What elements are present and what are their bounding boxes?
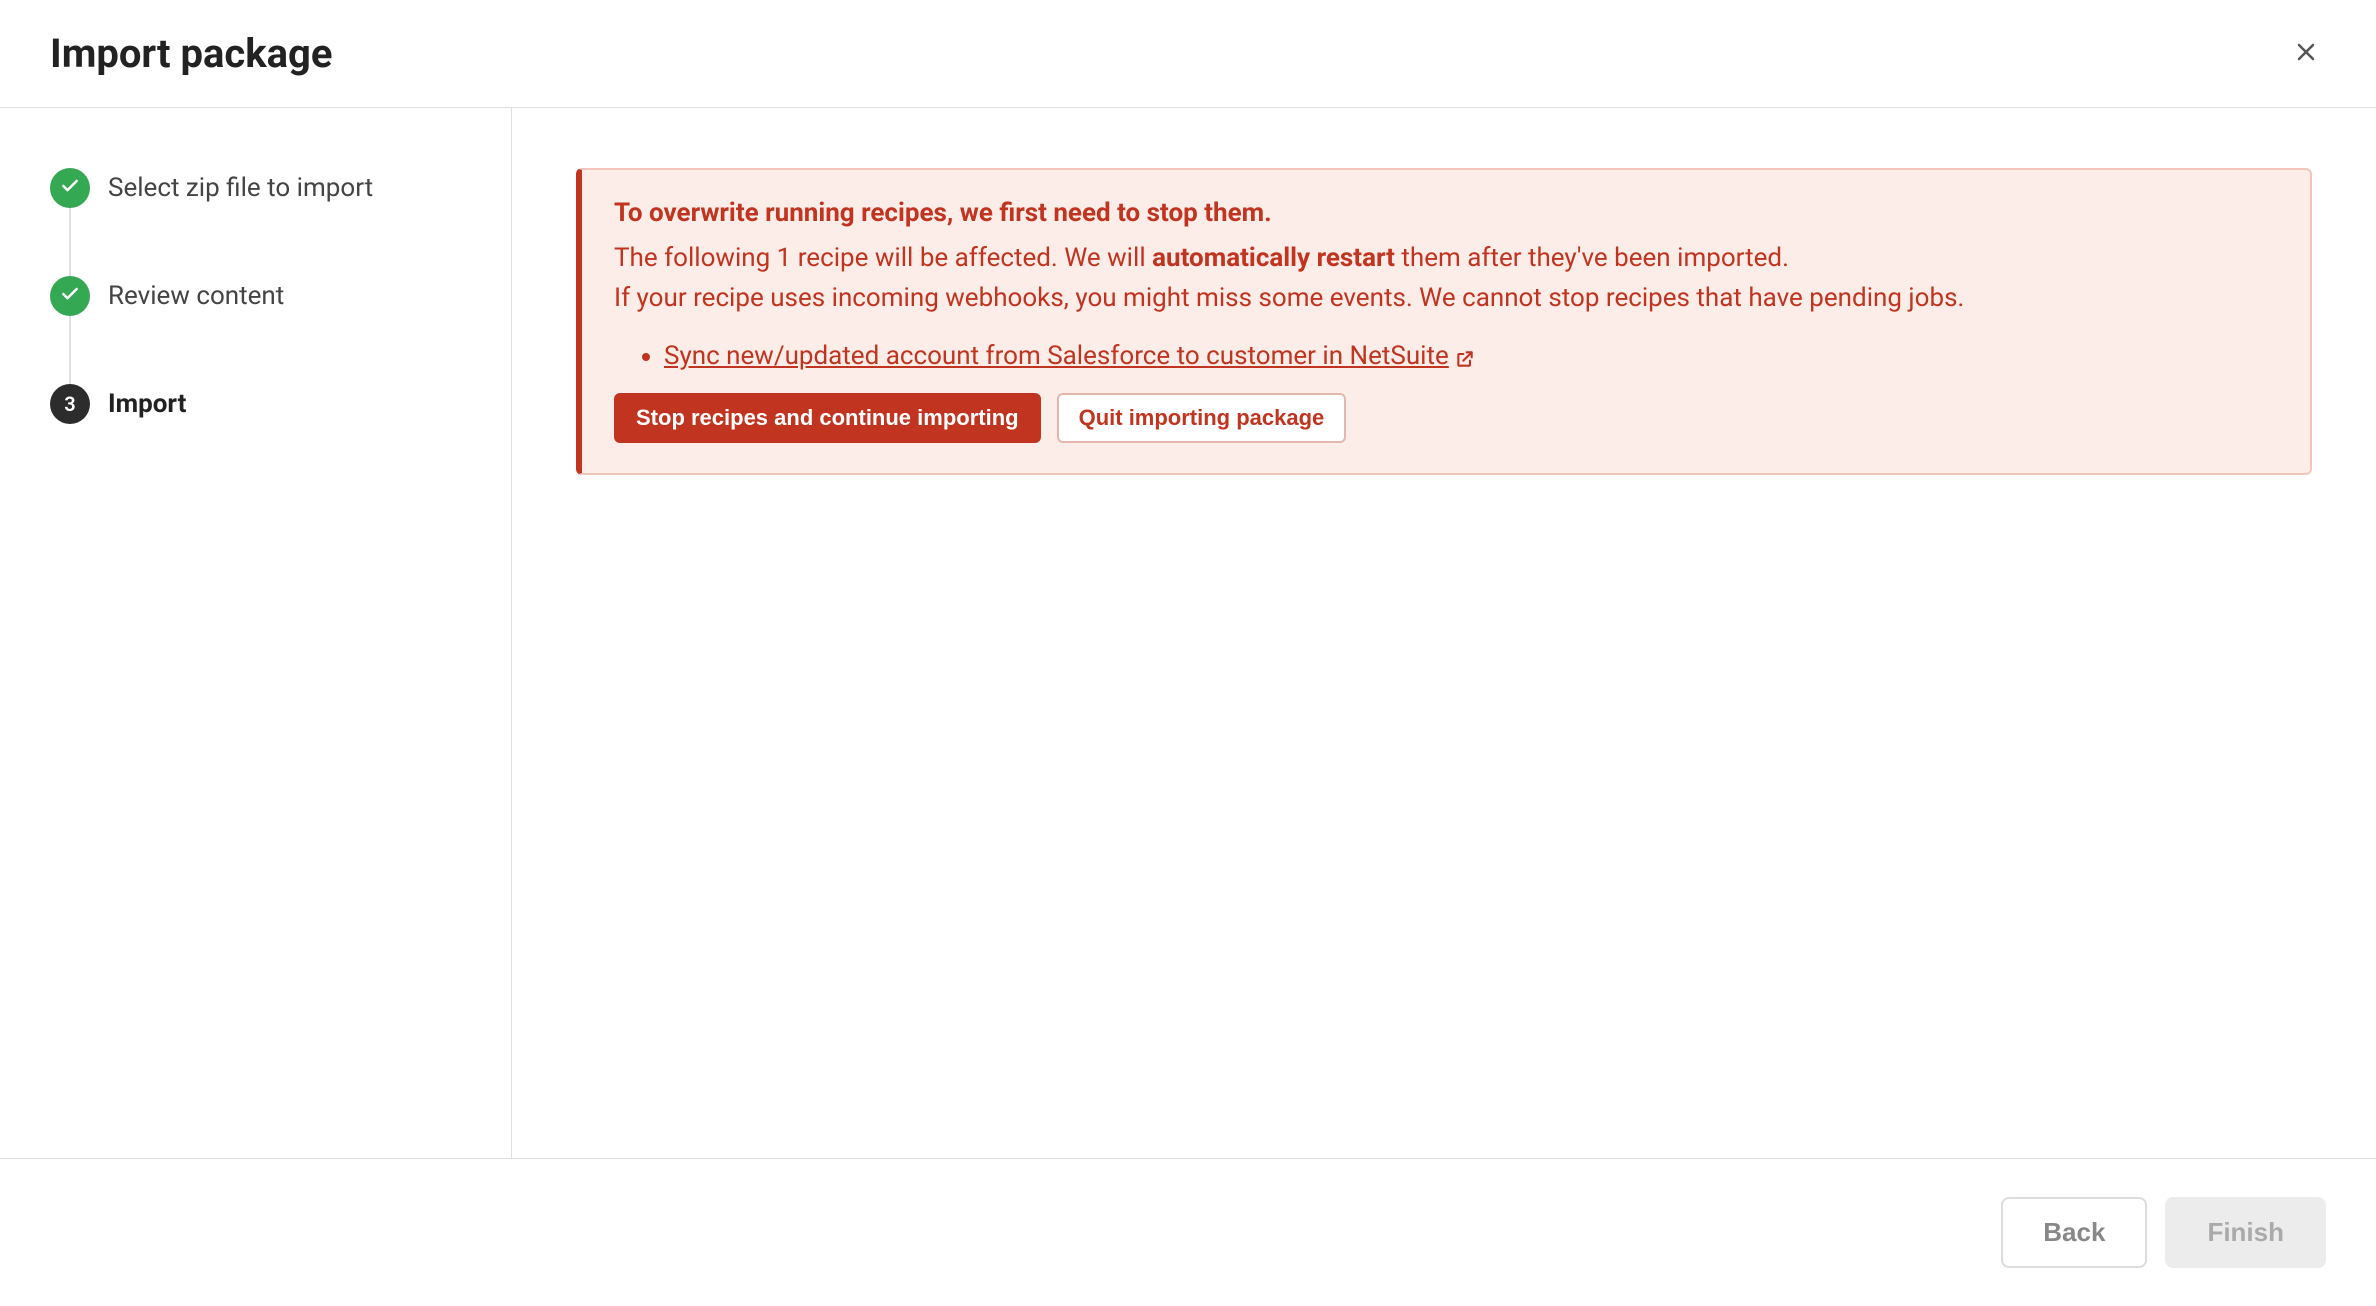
step-label: Select zip file to import xyxy=(108,173,373,203)
main-content: To overwrite running recipes, we first n… xyxy=(512,108,2376,1158)
step-select-file: Select zip file to import xyxy=(50,168,461,208)
step-number: 3 xyxy=(64,392,75,416)
checkmark-icon xyxy=(60,284,80,308)
alert-title: To overwrite running recipes, we first n… xyxy=(614,198,2278,228)
step-current-indicator: 3 xyxy=(50,384,90,424)
alert-text: If your recipe uses incoming webhooks, y… xyxy=(614,283,1964,313)
stop-and-continue-button[interactable]: Stop recipes and continue importing xyxy=(614,393,1041,443)
checkmark-icon xyxy=(60,176,80,200)
step-connector xyxy=(69,208,71,276)
modal-footer: Back Finish xyxy=(0,1158,2376,1306)
step-done-indicator xyxy=(50,276,90,316)
step-import: 3 Import xyxy=(50,384,461,424)
recipe-link[interactable]: Sync new/updated account from Salesforce… xyxy=(664,341,1475,371)
close-icon xyxy=(2294,40,2318,68)
recipe-link-text: Sync new/updated account from Salesforce… xyxy=(664,341,1449,371)
step-label: Import xyxy=(108,389,186,419)
alert-body: The following 1 recipe will be affected.… xyxy=(614,238,2278,319)
external-link-icon xyxy=(1455,346,1475,366)
affected-recipes-list: Sync new/updated account from Salesforce… xyxy=(614,341,2278,371)
alert-actions: Stop recipes and continue importing Quit… xyxy=(614,393,2278,443)
quit-import-button[interactable]: Quit importing package xyxy=(1057,393,1347,443)
modal-header: Import package xyxy=(0,0,2376,108)
back-button[interactable]: Back xyxy=(2001,1197,2147,1268)
finish-button[interactable]: Finish xyxy=(2165,1197,2326,1268)
step-review-content: Review content xyxy=(50,276,461,316)
close-button[interactable] xyxy=(2286,34,2326,74)
step-connector xyxy=(69,316,71,384)
warning-alert: To overwrite running recipes, we first n… xyxy=(576,168,2312,475)
modal-body: Select zip file to import Review content… xyxy=(0,108,2376,1158)
alert-text: The following 1 recipe will be affected.… xyxy=(614,243,1152,273)
alert-text-bold: automatically restart xyxy=(1152,243,1395,273)
alert-text: them after they've been imported. xyxy=(1395,243,1789,273)
list-item: Sync new/updated account from Salesforce… xyxy=(664,341,2278,371)
step-label: Review content xyxy=(108,281,284,311)
page-title: Import package xyxy=(50,30,333,77)
step-done-indicator xyxy=(50,168,90,208)
steps-sidebar: Select zip file to import Review content… xyxy=(0,108,512,1158)
